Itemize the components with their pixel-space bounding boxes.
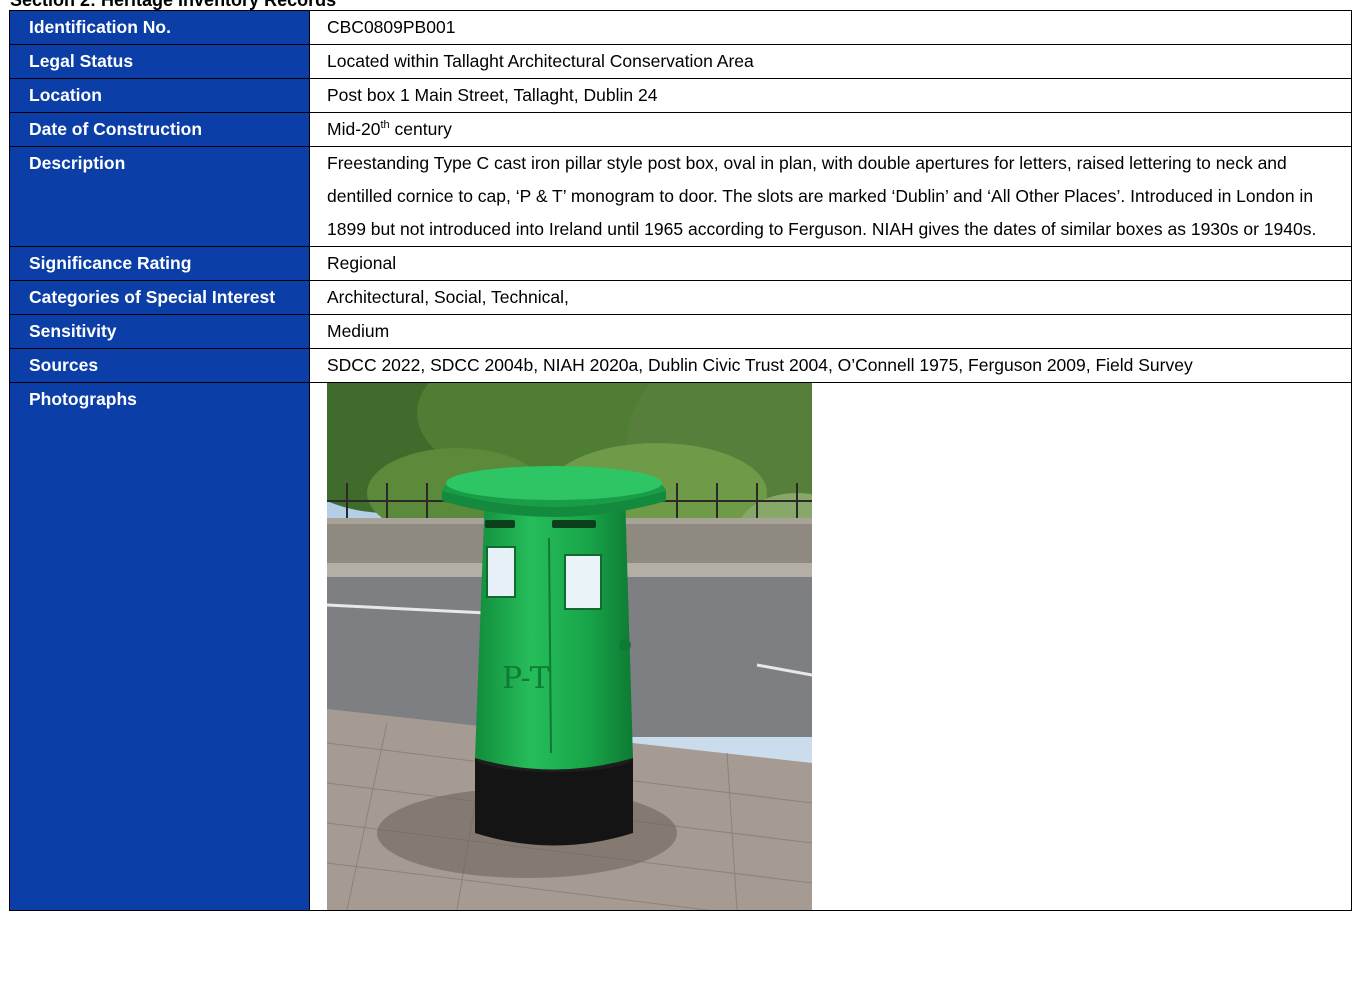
date-superscript: th <box>380 119 390 132</box>
label-significance-rating: Significance Rating <box>9 246 310 281</box>
label-sources: Sources <box>9 348 310 383</box>
label-photographs: Photographs <box>9 382 310 911</box>
row-identification-no: Identification No. CBC0809PB001 <box>9 10 1352 45</box>
row-photographs: Photographs P-T <box>9 382 1352 911</box>
label-categories: Categories of Special Interest <box>9 280 310 315</box>
row-significance-rating: Significance Rating Regional <box>9 246 1352 281</box>
date-prefix: Mid-20 <box>327 119 381 139</box>
label-sensitivity: Sensitivity <box>9 314 310 349</box>
value-identification-no: CBC0809PB001 <box>309 10 1352 45</box>
inventory-record-table: Identification No. CBC0809PB001 Legal St… <box>9 10 1352 911</box>
label-description: Description <box>9 146 310 247</box>
row-sensitivity: Sensitivity Medium <box>9 314 1352 349</box>
row-description: Description Freestanding Type C cast iro… <box>9 146 1352 247</box>
section-heading: Section 2: Heritage Inventory Records <box>10 0 337 10</box>
row-sources: Sources SDCC 2022, SDCC 2004b, NIAH 2020… <box>9 348 1352 383</box>
value-date-of-construction: Mid-20th century <box>309 112 1352 147</box>
value-description: Freestanding Type C cast iron pillar sty… <box>309 146 1352 247</box>
row-location: Location Post box 1 Main Street, Tallagh… <box>9 78 1352 113</box>
postbox-monogram: P-T <box>502 661 550 696</box>
value-location: Post box 1 Main Street, Tallaght, Dublin… <box>309 78 1352 113</box>
row-categories: Categories of Special Interest Architect… <box>9 280 1352 315</box>
postbox-photograph: P-T <box>327 383 812 910</box>
label-date-of-construction: Date of Construction <box>9 112 310 147</box>
value-photographs: P-T <box>309 382 1352 911</box>
value-sensitivity: Medium <box>309 314 1352 349</box>
row-legal-status: Legal Status Located within Tallaght Arc… <box>9 44 1352 79</box>
value-sources: SDCC 2022, SDCC 2004b, NIAH 2020a, Dubli… <box>309 348 1352 383</box>
label-legal-status: Legal Status <box>9 44 310 79</box>
date-suffix: century <box>389 119 452 139</box>
label-identification-no: Identification No. <box>9 10 310 45</box>
value-categories: Architectural, Social, Technical, <box>309 280 1352 315</box>
row-date-of-construction: Date of Construction Mid-20th century <box>9 112 1352 147</box>
label-location: Location <box>9 78 310 113</box>
value-significance-rating: Regional <box>309 246 1352 281</box>
value-legal-status: Located within Tallaght Architectural Co… <box>309 44 1352 79</box>
